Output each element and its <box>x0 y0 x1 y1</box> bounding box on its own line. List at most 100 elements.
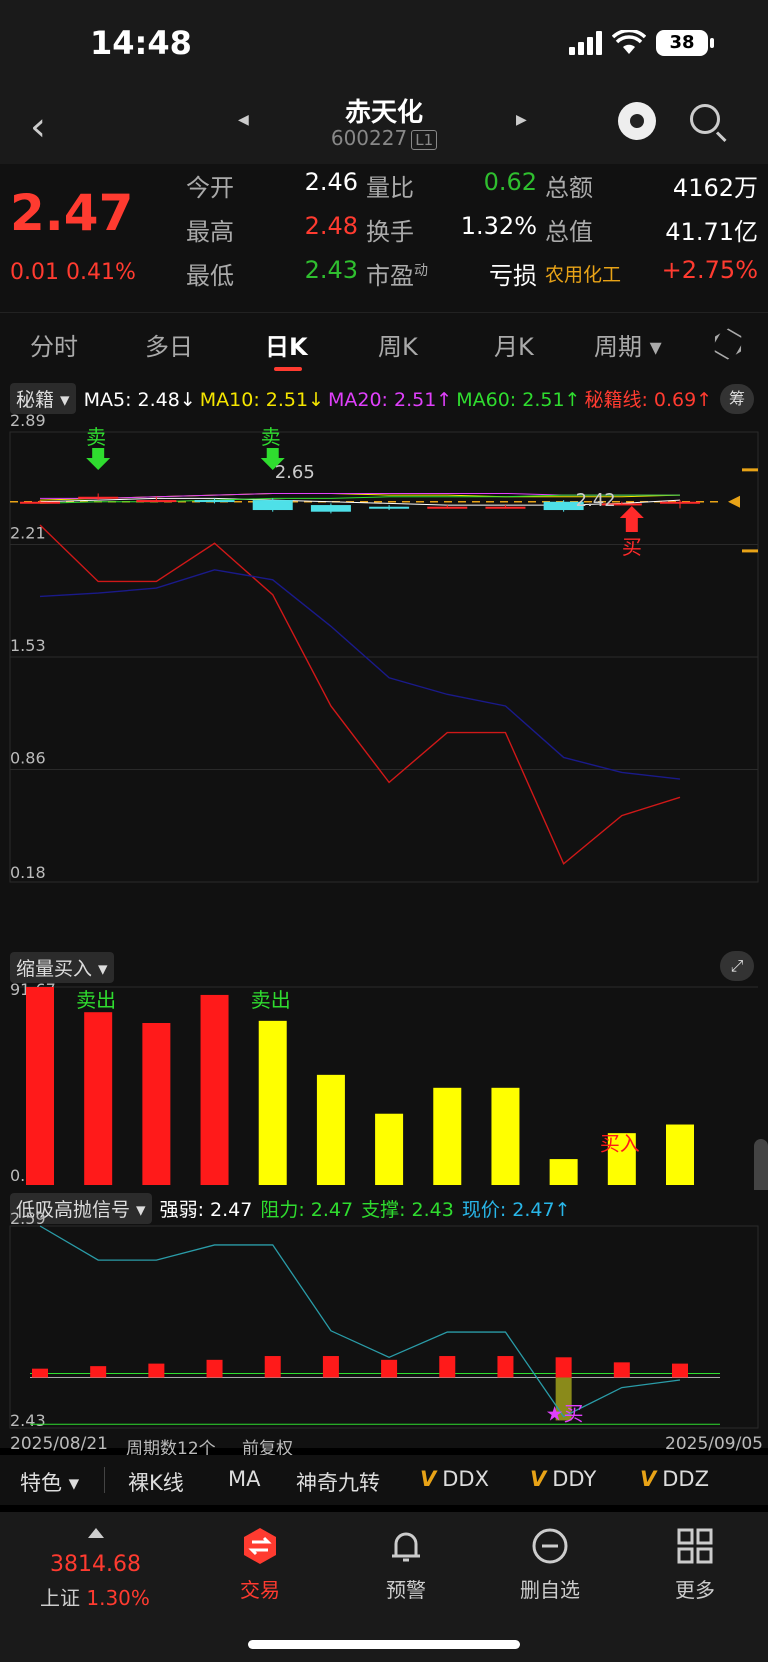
quote-value: 1.32% <box>460 212 537 240</box>
volume-bar <box>491 1087 520 1185</box>
quote-value: +2.75% <box>661 256 758 284</box>
kline-chart[interactable]: 2.89 2.21 1.53 0.86 0.18 卖 卖 2.65 2.42 买 <box>0 372 768 947</box>
home-indicator[interactable] <box>248 1640 520 1649</box>
expand-up-icon[interactable] <box>88 1528 104 1538</box>
indicator-chip[interactable]: 特色 ▾ <box>20 1467 79 1497</box>
quote-label: 换手 <box>366 218 414 246</box>
quote-label: 总值 <box>545 218 593 246</box>
low-price-label: 2.42 <box>576 490 616 511</box>
volume-bar <box>549 1159 578 1185</box>
indicator-chip[interactable]: V DDY <box>530 1467 596 1491</box>
volume-chart[interactable]: 91.670.00卖出卖出买入 <box>0 947 768 1190</box>
volume-bar <box>84 1012 113 1185</box>
search-icon[interactable] <box>690 104 720 134</box>
trade-icon <box>240 1526 280 1566</box>
sell-signal-label: 卖 <box>261 425 281 449</box>
candle-body <box>136 500 177 503</box>
signal-bar <box>381 1359 398 1378</box>
volume-bar <box>666 1124 694 1185</box>
quote-label: 总额 <box>545 174 593 202</box>
indicator-chip[interactable]: V DDX <box>420 1467 489 1491</box>
settings-icon[interactable] <box>708 324 749 365</box>
quote-value: 亏损 <box>489 262 537 290</box>
stock-code: 600227 <box>330 126 408 150</box>
signal-bar <box>264 1356 281 1378</box>
index-value[interactable]: 3814.68 <box>50 1552 141 1577</box>
signal-bar <box>613 1362 630 1378</box>
volume-signal-label: 卖出 <box>76 988 116 1012</box>
tab-fenshi[interactable]: 分时 <box>30 327 78 362</box>
quote-panel: 2.47 0.01 0.41% 今开 2.46 量比 0.62 总额 4162万 最高 2.4… <box>0 164 768 312</box>
indicator-bar: 特色 ▾ 裸K线 MA 神奇九转 V DDX V DDY V DDZ <box>0 1455 768 1505</box>
volume-panel: 缩量买入 ▾ ⤢ 91.670.00卖出卖出买入 <box>0 947 768 1199</box>
tab-zhouk[interactable]: 周K <box>378 327 418 362</box>
price-marker-icon <box>728 495 740 508</box>
indicator-chip-label: 裸K线 <box>128 1471 184 1495</box>
divider <box>104 1467 105 1493</box>
signal-bar <box>555 1357 572 1378</box>
nav-remove-watchlist[interactable]: 删自选 <box>510 1526 590 1603</box>
candle-body <box>310 505 351 512</box>
tab-duori[interactable]: 多日 <box>145 327 193 362</box>
indicator-chip-label: DDY <box>552 1467 597 1491</box>
candle-body <box>78 496 119 499</box>
y-axis-label: 1.53 <box>10 636 46 655</box>
nav-trade[interactable]: 交易 <box>220 1526 300 1603</box>
signal-bar <box>322 1356 339 1378</box>
y-axis-label: 0.18 <box>10 863 46 882</box>
vip-icon: V <box>530 1467 547 1491</box>
quote-value: 2.43 <box>304 256 358 284</box>
quote-label: 市盈动 <box>366 262 428 290</box>
volume-signal-label: 买入 <box>600 1131 640 1155</box>
y-axis-label: 0.86 <box>10 749 46 768</box>
signal-bar <box>90 1366 107 1378</box>
nav-alert[interactable]: 预警 <box>366 1526 446 1603</box>
grid-icon <box>675 1526 715 1566</box>
nav-more[interactable]: 更多 <box>655 1526 735 1603</box>
mascot-icon[interactable] <box>618 102 656 140</box>
volume-bar <box>316 1074 345 1185</box>
volume-bar <box>258 1020 287 1185</box>
vip-icon: V <box>640 1467 657 1491</box>
indicator-line <box>39 569 681 780</box>
candle-body <box>427 506 468 509</box>
indicator-chip[interactable]: 裸K线 <box>128 1467 184 1497</box>
quote-value: 2.46 <box>304 168 358 196</box>
volume-bar <box>26 987 54 1185</box>
indicator-chip-label: DDZ <box>662 1467 709 1491</box>
pe-dynamic-marker: 动 <box>414 263 428 279</box>
sell-arrow-icon <box>86 448 111 470</box>
buy-star-label: ★买 <box>546 1402 584 1426</box>
period-tabs: 分时 多日 日K 周K 月K 周期 ▾ <box>0 312 768 372</box>
wifi-icon <box>612 30 646 54</box>
cellular-signal-icon <box>569 31 602 55</box>
volume-signal-label: 卖出 <box>251 988 291 1012</box>
quote-label: 最低 <box>186 262 234 290</box>
buy-signal-label: 买 <box>622 535 642 559</box>
status-time: 14:48 <box>90 24 192 62</box>
indicator-chip-label: DDX <box>442 1467 489 1491</box>
date-start: 2025/08/21 <box>10 1434 108 1454</box>
indicator-chip[interactable]: V DDZ <box>640 1467 709 1491</box>
index-name[interactable]: 上证 1.30% <box>40 1582 150 1611</box>
signal-bar <box>148 1363 165 1378</box>
tab-period[interactable]: 周期 ▾ <box>594 327 662 362</box>
quote-value: 4162万 <box>672 174 758 202</box>
candle-body <box>252 500 293 511</box>
indicator-chip[interactable]: MA <box>228 1467 260 1491</box>
tab-yuek[interactable]: 月K <box>494 327 534 362</box>
signal-bar <box>439 1356 456 1378</box>
status-bar: 14:48 38 <box>0 0 768 86</box>
tab-rik[interactable]: 日K <box>265 327 308 362</box>
signal-chart[interactable]: 2.59 2.43 ★买 <box>0 1190 768 1448</box>
current-price: 2.47 <box>10 184 134 242</box>
next-stock-icon[interactable]: ▶ <box>516 112 527 128</box>
kline-chart-panel: 秘籍 ▾ MA5: 2.48↓ MA10: 2.51↓ MA20: 2.51↑ MA6… <box>0 372 768 947</box>
quote-label[interactable]: 农用化工 <box>545 260 621 287</box>
quote-value: 0.62 <box>483 168 537 196</box>
nav-bar: ‹ ◀ 赤天化 600227 L1 ▶ <box>0 86 768 164</box>
y-axis-label: 2.21 <box>10 524 46 543</box>
indicator-chip-label: 特色 ▾ <box>20 1471 80 1495</box>
volume-bar <box>142 1023 171 1185</box>
indicator-chip[interactable]: 神奇九转 <box>296 1467 380 1497</box>
